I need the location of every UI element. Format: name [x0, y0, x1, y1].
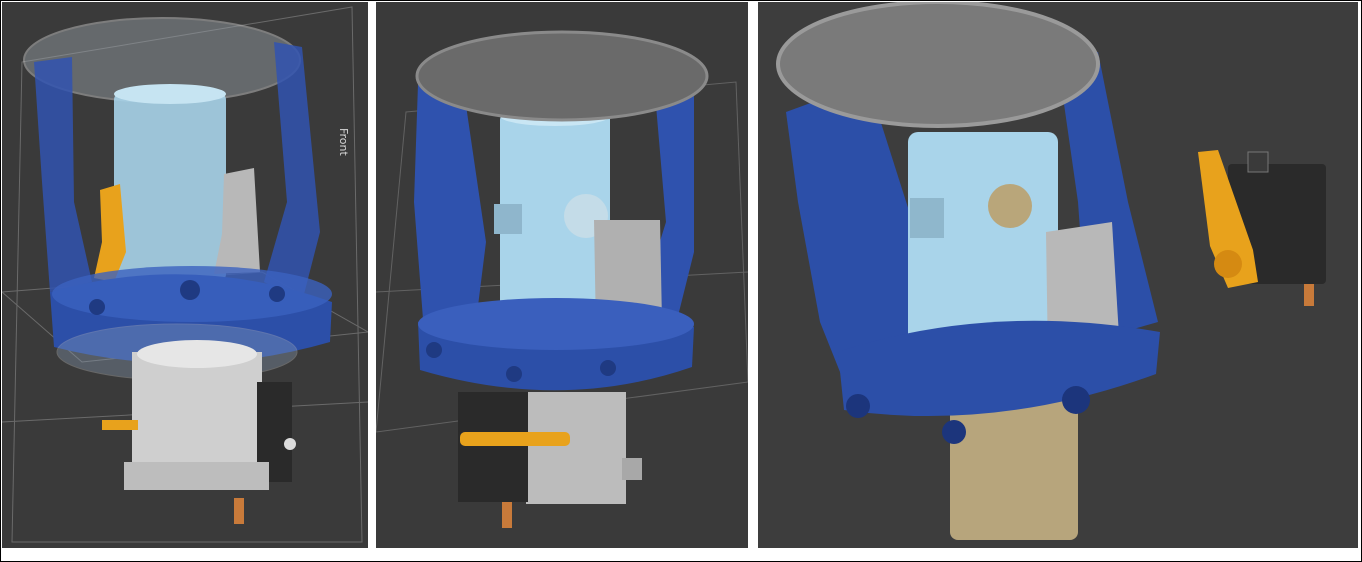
servo-horn	[460, 432, 570, 446]
lid	[776, 2, 1100, 128]
base-foot	[622, 458, 642, 480]
mount-hole	[426, 342, 442, 358]
mount-hole	[942, 420, 966, 444]
connector-pin	[234, 498, 244, 524]
inner-tube-top	[114, 84, 226, 104]
servo-hub	[1214, 250, 1242, 278]
connector-pin	[502, 502, 512, 528]
mount-hole	[269, 286, 285, 302]
front-plane-label: Front	[337, 128, 350, 157]
lower-housing-top	[137, 340, 257, 368]
cad-transparent-illustration: Front	[2, 6, 368, 543]
tube-boss	[910, 198, 944, 238]
mount-hole	[846, 394, 870, 418]
cad-view-transparent-panel: Front	[2, 2, 368, 548]
servo-tab	[1247, 151, 1269, 173]
mount-hole	[180, 280, 200, 300]
lid	[415, 30, 709, 122]
base-ring-top	[418, 298, 694, 350]
tube-window	[988, 184, 1032, 228]
servo-spline	[284, 438, 296, 450]
mount-hole	[1062, 386, 1090, 414]
servo-horn	[102, 420, 138, 430]
cad-view-rendered-panel	[758, 2, 1358, 548]
lower-housing	[526, 392, 626, 504]
cad-rendered-illustration	[776, 2, 1326, 540]
lower-housing	[132, 352, 262, 462]
cad-assembly-illustration	[376, 30, 748, 528]
servo-body	[458, 392, 528, 502]
tube-boss	[494, 204, 522, 234]
connector-pin	[1304, 284, 1314, 306]
inner-tube	[114, 92, 226, 282]
cad-view-assembly-panel	[376, 2, 748, 548]
left-strut	[414, 78, 486, 332]
mount-hole	[600, 360, 616, 376]
mount-hole	[506, 366, 522, 382]
mount-hole	[89, 299, 105, 315]
base-block	[124, 462, 269, 490]
